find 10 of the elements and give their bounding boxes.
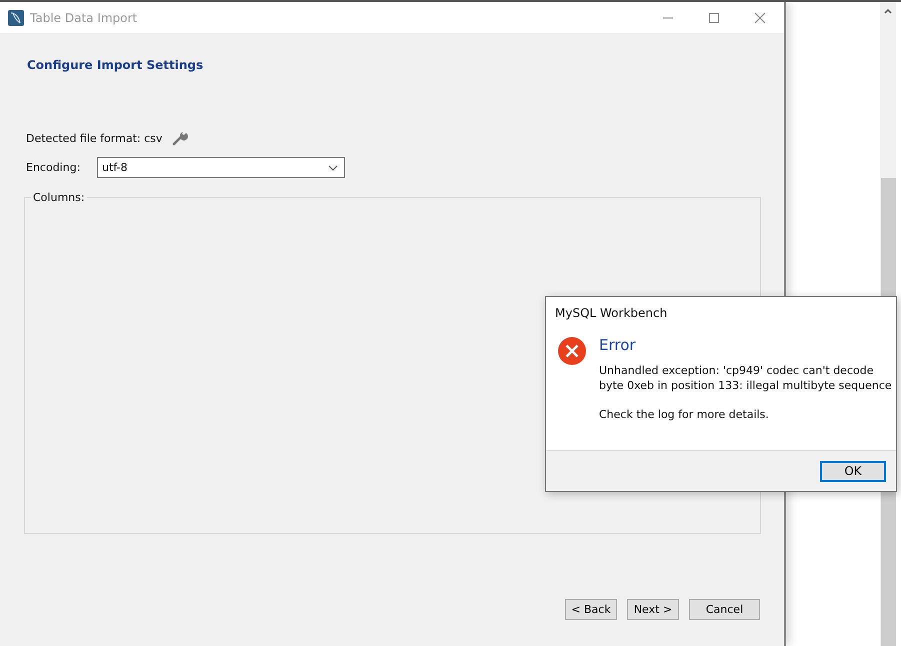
columns-label: Columns: bbox=[31, 191, 87, 204]
window-title: Table Data Import bbox=[30, 10, 138, 24]
error-message: Unhandled exception: 'cp949' codec can't decode bbox=[599, 363, 874, 378]
dialog-title: MySQL Workbench bbox=[554, 305, 668, 320]
file-format-label: Detected file format: csv bbox=[26, 132, 162, 144]
error-message: byte 0xeb in position 133: illegal multibyte sequence bbox=[599, 378, 892, 393]
page-heading: Configure Import Settings bbox=[27, 58, 204, 72]
error-heading: Error bbox=[599, 336, 637, 354]
error-note: Check the log for more details. bbox=[599, 408, 770, 421]
encoding-label: Encoding: bbox=[26, 161, 82, 174]
